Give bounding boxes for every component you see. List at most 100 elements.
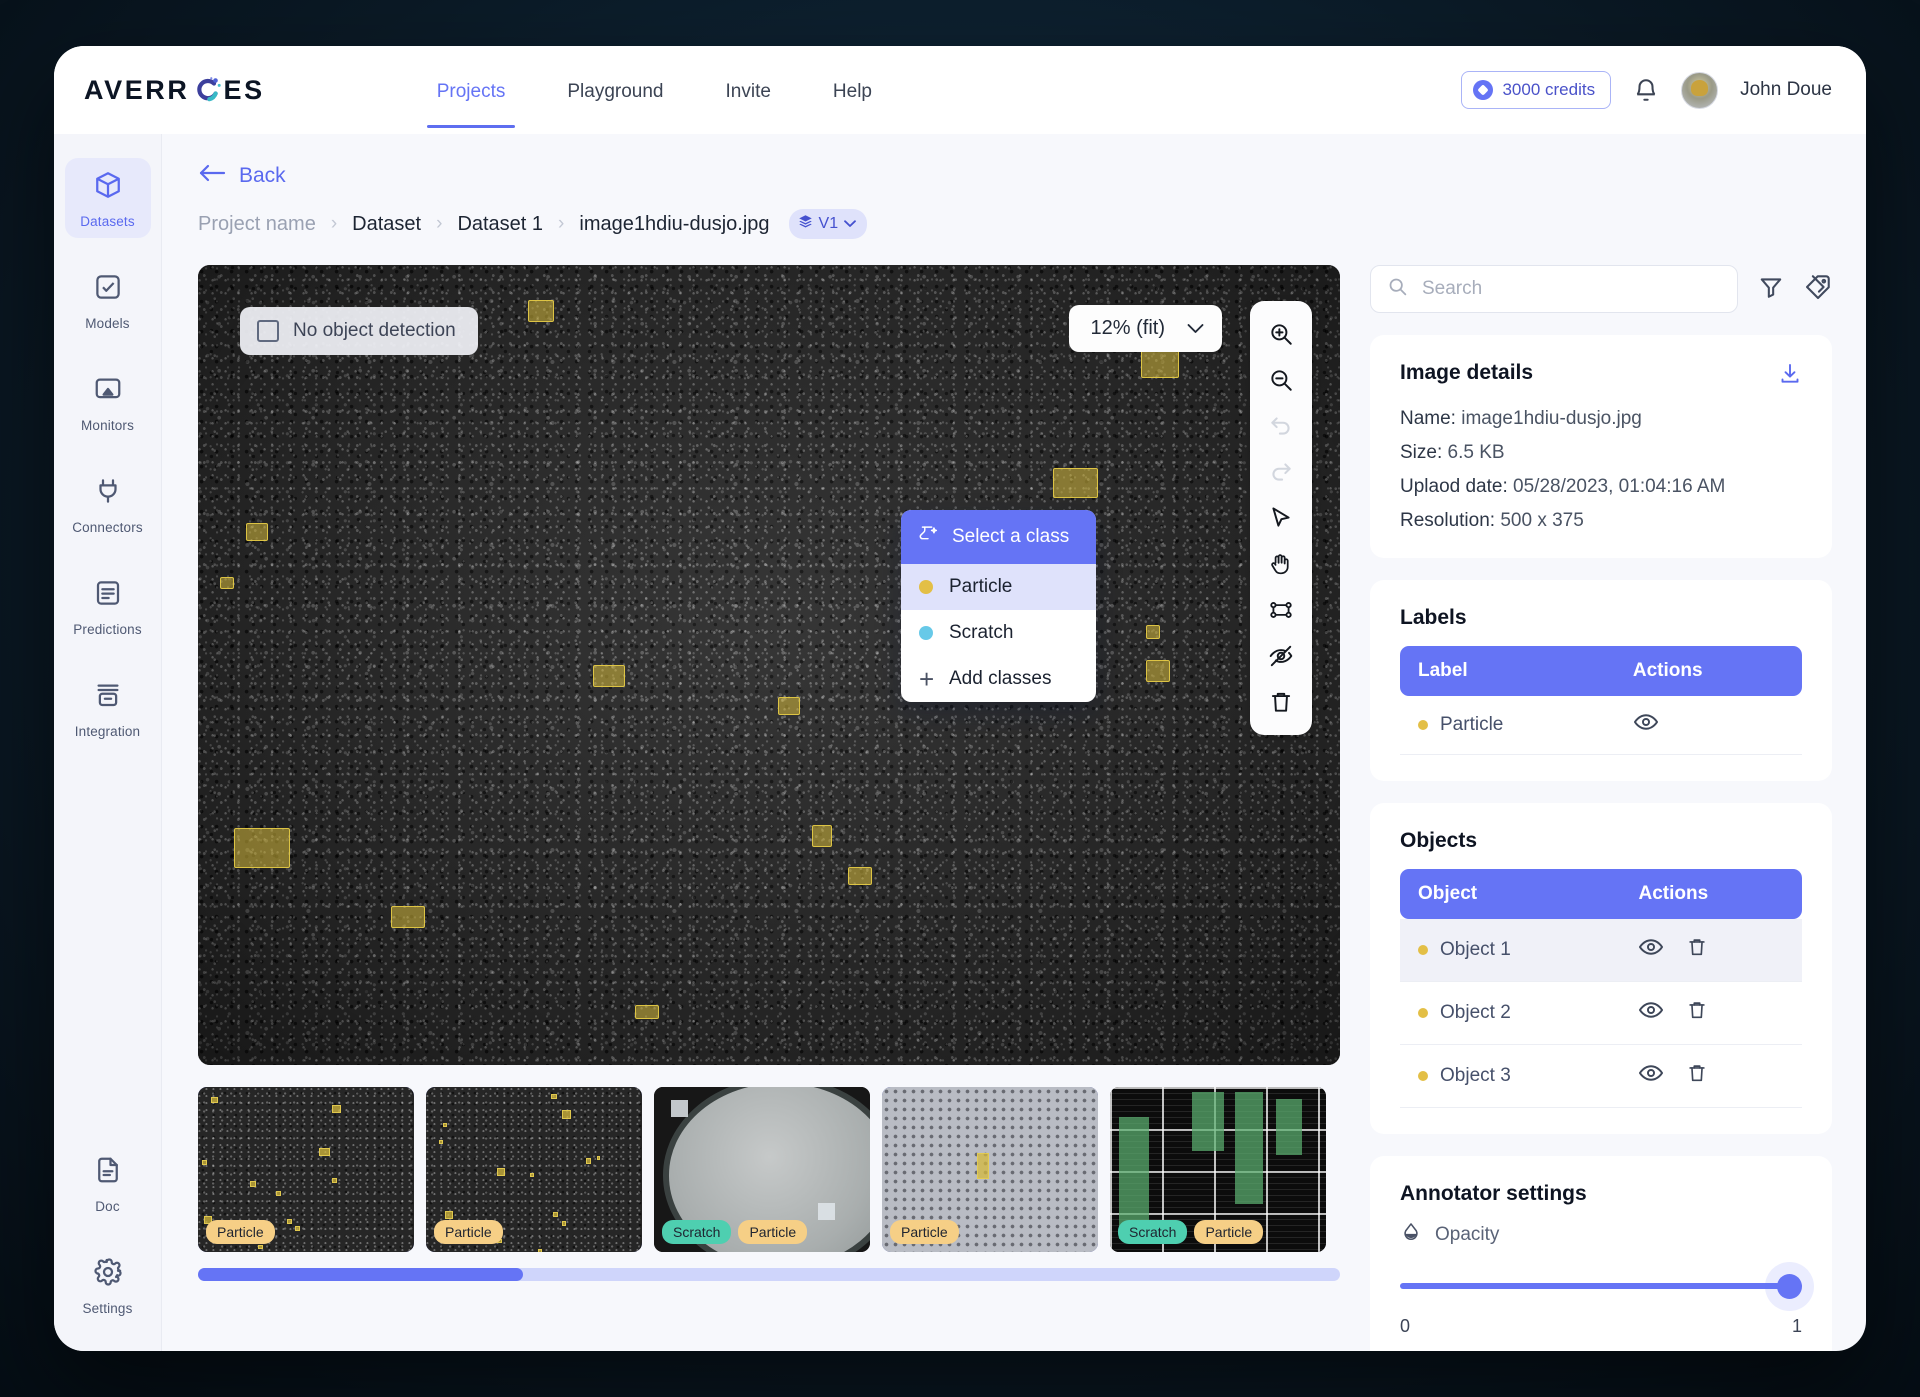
breadcrumb-item-dataset1[interactable]: Dataset 1	[457, 213, 543, 236]
gear-icon	[93, 1257, 123, 1292]
undo-icon[interactable]	[1258, 405, 1304, 447]
bounding-box-icon[interactable]	[1258, 589, 1304, 631]
breadcrumb-separator: ›	[558, 213, 565, 234]
annotation-box[interactable]	[234, 828, 290, 868]
thumbnail-annotation	[249, 1181, 256, 1188]
sidebar-item-monitors[interactable]: Monitors	[65, 362, 151, 442]
thumbnail-annotation	[1276, 1098, 1303, 1155]
filter-icon[interactable]	[1758, 274, 1784, 305]
annotation-box[interactable]	[391, 906, 425, 928]
chevron-down-icon	[1187, 317, 1204, 340]
thumbnail-item[interactable]: Scratch Particle	[1110, 1087, 1326, 1252]
sidebar-label-predictions: Predictions	[73, 622, 142, 637]
breadcrumb-item-dataset[interactable]: Dataset	[352, 213, 421, 236]
annotation-box[interactable]	[635, 1005, 659, 1019]
trash-icon[interactable]	[1686, 998, 1708, 1028]
redo-icon[interactable]	[1258, 451, 1304, 493]
hand-pan-icon[interactable]	[1258, 543, 1304, 585]
annotation-box[interactable]	[778, 697, 800, 715]
table-row[interactable]: Object 3	[1400, 1045, 1802, 1108]
thumbnail-annotation	[258, 1245, 264, 1250]
tag-icon[interactable]	[1804, 273, 1832, 306]
no-object-detection-chip[interactable]: No object detection	[240, 307, 478, 355]
annotation-box[interactable]	[220, 577, 234, 589]
class-option-scratch[interactable]: Scratch	[901, 610, 1096, 656]
object-name-cell: Object 1	[1400, 919, 1620, 982]
version-chip[interactable]: V1	[788, 209, 868, 239]
search-icon	[1387, 276, 1408, 302]
thumbnail-annotation	[497, 1167, 506, 1176]
zoom-in-icon[interactable]	[1258, 313, 1304, 355]
breadcrumb-separator: ›	[330, 213, 338, 234]
app-logo[interactable]: AVERR ES	[84, 75, 265, 106]
thumbnail-annotation	[318, 1148, 330, 1157]
zoom-out-icon[interactable]	[1258, 359, 1304, 401]
download-icon[interactable]	[1778, 361, 1802, 392]
add-classes-option[interactable]: + Add classes	[901, 656, 1096, 702]
annotation-box[interactable]	[593, 665, 625, 687]
sidebar-item-models[interactable]: Models	[65, 260, 151, 340]
annotation-box[interactable]	[1053, 468, 1098, 498]
nav-item-playground[interactable]: Playground	[565, 53, 665, 128]
sidebar-item-datasets[interactable]: Datasets	[64, 158, 151, 238]
image-size-row: Size: 6.5 KB	[1400, 442, 1802, 464]
model-check-icon	[93, 272, 123, 307]
user-avatar[interactable]	[1681, 71, 1719, 109]
app-window: AVERR ES Projects Playground Invite Help	[54, 46, 1866, 1351]
nav-item-help[interactable]: Help	[831, 53, 874, 128]
sidebar-item-settings[interactable]: Settings	[65, 1245, 151, 1325]
notification-bell-icon[interactable]	[1633, 76, 1659, 104]
search-input[interactable]	[1422, 278, 1721, 300]
search-box[interactable]	[1370, 265, 1738, 313]
eye-icon[interactable]	[1633, 712, 1659, 738]
filmstrip-scrollbar-thumb[interactable]	[198, 1268, 524, 1281]
sidebar-item-connectors[interactable]: Connectors	[65, 464, 151, 544]
nav-item-projects[interactable]: Projects	[426, 53, 515, 128]
table-row[interactable]: Particle	[1400, 696, 1802, 755]
trash-icon[interactable]	[1258, 681, 1304, 723]
trash-icon[interactable]	[1686, 1061, 1708, 1091]
right-panel-scroll[interactable]: Image details Name: image1hdiu-dusjo.jpg	[1370, 335, 1832, 1351]
zoom-level-select[interactable]: 12% (fit)	[1068, 305, 1222, 352]
filmstrip-scrollbar[interactable]	[198, 1268, 1340, 1281]
annotation-box[interactable]	[1146, 660, 1170, 682]
select-class-header[interactable]: Select a class	[901, 510, 1096, 564]
thumbnail-annotation	[445, 1210, 454, 1219]
annotation-box[interactable]	[848, 867, 872, 885]
thumbnail-item[interactable]: Particle	[426, 1087, 642, 1252]
cursor-select-icon[interactable]	[1258, 497, 1304, 539]
sidebar-label-connectors: Connectors	[72, 520, 143, 535]
annotation-box[interactable]	[246, 523, 268, 541]
object-actions-cell	[1620, 1045, 1802, 1108]
objects-column-object: Object	[1400, 869, 1621, 919]
annotation-box[interactable]	[1146, 625, 1160, 639]
objects-table-header: Object Actions	[1400, 869, 1802, 919]
opacity-slider[interactable]	[1400, 1274, 1802, 1299]
sidebar-item-predictions[interactable]: Predictions	[65, 566, 151, 646]
back-button[interactable]: Back	[198, 162, 1866, 189]
opacity-slider-track	[1400, 1283, 1802, 1289]
sidebar-item-doc[interactable]: Doc	[65, 1143, 151, 1223]
image-canvas[interactable]: No object detection 12% (fit) Select a c…	[198, 265, 1340, 1065]
thumbnail-item[interactable]: Particle	[198, 1087, 414, 1252]
eye-off-icon[interactable]	[1258, 635, 1304, 677]
eye-icon[interactable]	[1638, 1000, 1664, 1026]
thumbnail-item[interactable]: Particle	[882, 1087, 1098, 1252]
opacity-slider-knob[interactable]	[1777, 1274, 1802, 1299]
credits-badge[interactable]: 3000 credits	[1461, 71, 1612, 109]
table-row[interactable]: Object 2	[1400, 982, 1802, 1045]
nav-item-invite[interactable]: Invite	[724, 53, 773, 128]
eye-icon[interactable]	[1638, 1063, 1664, 1089]
objects-title: Objects	[1400, 829, 1478, 852]
thumbnail-item[interactable]: Scratch Particle	[654, 1087, 870, 1252]
trash-icon[interactable]	[1686, 935, 1708, 965]
breadcrumb-item-image[interactable]: image1hdiu-dusjo.jpg	[579, 213, 769, 236]
annotation-box[interactable]	[812, 825, 832, 847]
eye-icon[interactable]	[1638, 937, 1664, 963]
class-option-particle[interactable]: Particle	[901, 564, 1096, 610]
breadcrumb-item-project[interactable]: Project name	[198, 213, 316, 236]
table-row[interactable]: Object 1	[1400, 919, 1802, 982]
annotation-box[interactable]	[528, 300, 554, 322]
annotation-box[interactable]	[1141, 350, 1179, 378]
sidebar-item-integration[interactable]: Integration	[65, 668, 151, 748]
